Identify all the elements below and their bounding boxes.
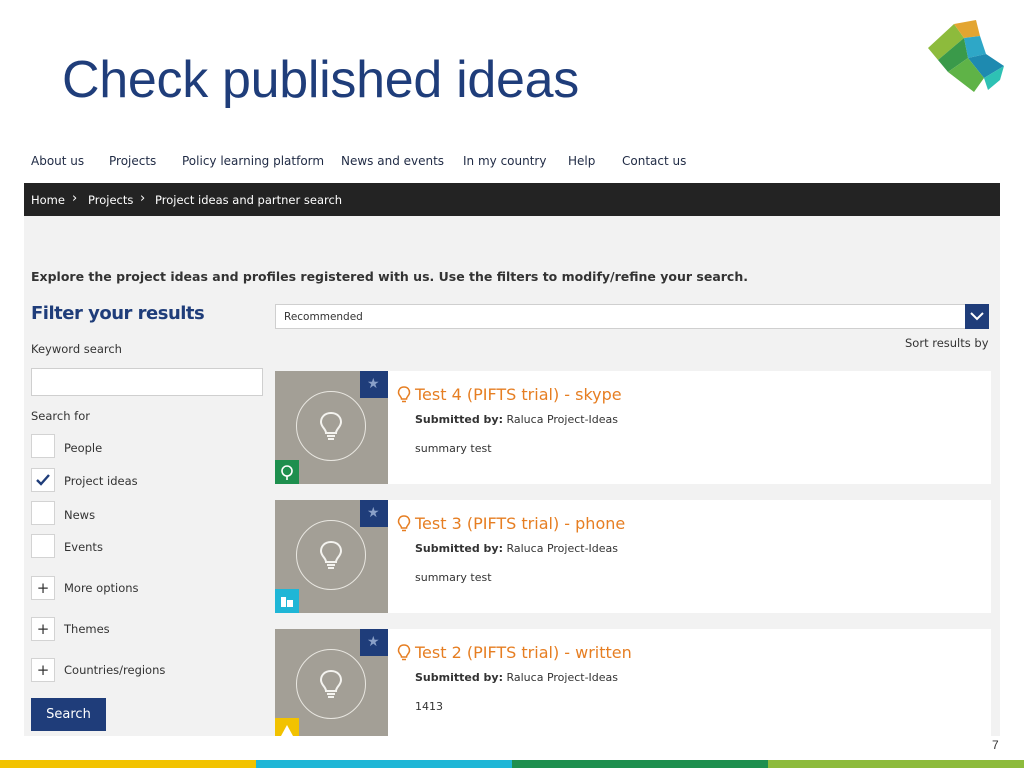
category-badge-icon	[275, 460, 299, 484]
nav-item-in-my-country[interactable]: In my country	[463, 154, 546, 168]
keyword-search-input[interactable]	[31, 368, 263, 396]
result-summary: 1413	[415, 700, 443, 713]
lightbulb-icon	[319, 540, 343, 569]
filter-title: Filter your results	[31, 303, 205, 324]
lightbulb-icon	[397, 515, 411, 532]
checkbox-news[interactable]	[31, 501, 55, 525]
result-submitted-by: Submitted by: Raluca Project-Ideas	[415, 542, 619, 555]
more-options-label[interactable]: More options	[64, 581, 139, 595]
star-icon[interactable]: ★	[360, 629, 388, 656]
sort-select[interactable]: Recommended	[275, 304, 989, 329]
breadcrumb-projects[interactable]: Projects	[88, 193, 133, 207]
top-navigation: About us Projects Policy learning platfo…	[24, 140, 1000, 183]
result-submitted-by: Submitted by: Raluca Project-Ideas	[415, 413, 619, 426]
result-submitted-by: Submitted by: Raluca Project-Ideas	[415, 671, 619, 684]
footer-stripe	[512, 760, 768, 768]
chevron-down-icon[interactable]	[965, 304, 989, 329]
lightbulb-icon	[319, 411, 343, 440]
checkbox-label-events: Events	[64, 540, 103, 554]
result-summary: summary test	[415, 571, 492, 584]
checkbox-label-news: News	[64, 508, 96, 522]
expand-more-options-button[interactable]: +	[31, 576, 55, 600]
search-for-label: Search for	[31, 409, 90, 423]
breadcrumb-current: Project ideas and partner search	[155, 193, 343, 207]
result-summary: summary test	[415, 442, 492, 455]
logo-icon	[928, 20, 1004, 92]
nav-item-news-and-events[interactable]: News and events	[341, 154, 444, 168]
countries-label[interactable]: Countries/regions	[64, 663, 165, 677]
expand-countries-button[interactable]: +	[31, 658, 55, 682]
result-title[interactable]: Test 2 (PIFTS trial) - written	[415, 643, 632, 662]
themes-label[interactable]: Themes	[64, 622, 110, 636]
breadcrumb: Home › Projects › Project ideas and part…	[24, 183, 1000, 216]
checkbox-people[interactable]	[31, 434, 55, 458]
lightbulb-icon	[397, 644, 411, 661]
result-title[interactable]: Test 4 (PIFTS trial) - skype	[415, 385, 622, 404]
star-icon[interactable]: ★	[360, 371, 388, 398]
chevron-right-icon: ›	[72, 191, 78, 206]
nav-item-projects[interactable]: Projects	[109, 154, 156, 168]
checkbox-project-ideas[interactable]	[31, 468, 55, 492]
checkbox-label-people: People	[64, 441, 103, 455]
search-button[interactable]: Search	[31, 698, 106, 731]
page-number: 7	[992, 738, 999, 752]
checkmark-icon	[36, 474, 50, 486]
chevron-right-icon: ›	[140, 191, 146, 206]
star-icon[interactable]: ★	[360, 500, 388, 527]
lightbulb-icon	[397, 386, 411, 403]
result-thumbnail: ★	[275, 371, 388, 484]
result-card[interactable]: ★ Test 3 (PIFTS trial) - phone Submitted…	[275, 500, 991, 613]
sort-selected-value: Recommended	[284, 311, 363, 323]
intro-text: Explore the project ideas and profiles r…	[31, 269, 748, 284]
nav-item-policy-learning-platform[interactable]: Policy learning platform	[182, 154, 324, 168]
lightbulb-icon	[319, 669, 343, 698]
category-badge-icon	[275, 718, 299, 736]
nav-item-contact-us[interactable]: Contact us	[622, 154, 686, 168]
result-title[interactable]: Test 3 (PIFTS trial) - phone	[415, 514, 625, 533]
checkbox-label-project-ideas: Project ideas	[64, 474, 138, 488]
result-thumbnail: ★	[275, 629, 388, 736]
nav-item-about-us[interactable]: About us	[31, 154, 84, 168]
slide-title: Check published ideas	[62, 51, 579, 109]
website-screenshot: About us Projects Policy learning platfo…	[24, 140, 1000, 736]
footer-stripe	[0, 760, 256, 768]
sort-label: Sort results by	[905, 336, 989, 350]
footer-stripe	[256, 760, 512, 768]
breadcrumb-home[interactable]: Home	[31, 193, 65, 207]
category-badge-icon	[275, 589, 299, 613]
nav-item-help[interactable]: Help	[568, 154, 595, 168]
result-thumbnail: ★	[275, 500, 388, 613]
checkbox-events[interactable]	[31, 534, 55, 558]
result-card[interactable]: ★ Test 4 (PIFTS trial) - skype Submitted…	[275, 371, 991, 484]
expand-themes-button[interactable]: +	[31, 617, 55, 641]
result-card[interactable]: ★ Test 2 (PIFTS trial) - written Submitt…	[275, 629, 991, 736]
keyword-label: Keyword search	[31, 342, 122, 356]
footer-stripe	[768, 760, 1024, 768]
